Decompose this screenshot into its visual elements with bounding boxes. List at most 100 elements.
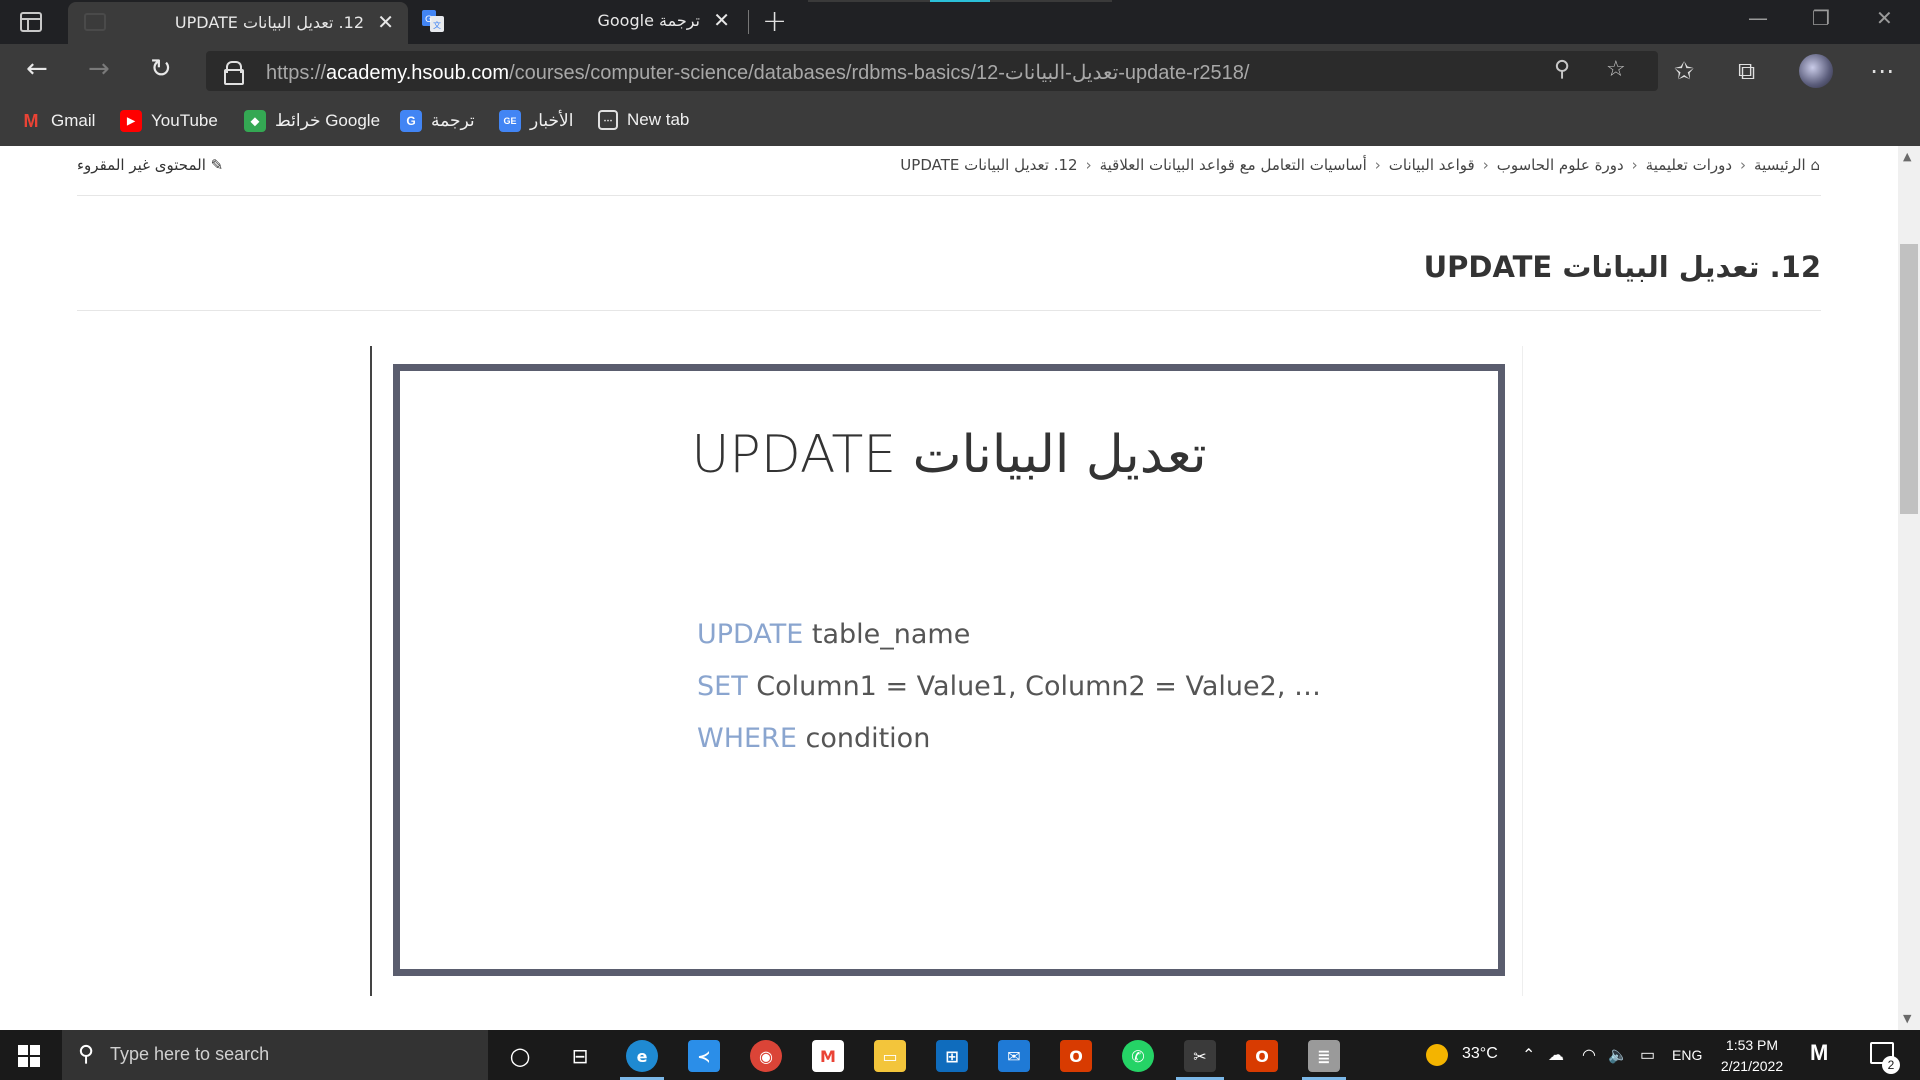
close-tab-icon[interactable]: ✕ [713,8,730,32]
unread-label: المحتوى غير المقروء [77,156,206,174]
battery-icon[interactable]: ▭ [1640,1045,1655,1065]
google-translate-icon: G 文 [422,10,444,32]
mail-icon[interactable]: ✉ [998,1040,1030,1072]
gmail-app-icon[interactable]: M [812,1040,844,1072]
search-placeholder: Type here to search [110,1044,270,1064]
article-border [1522,346,1523,996]
sql-keyword: UPDATE [697,619,804,650]
new-tab-icon[interactable]: + [762,4,787,39]
show-hidden-icons[interactable]: ⌃ [1522,1045,1535,1065]
tab-separator [748,10,749,34]
tab-actions-icon[interactable] [20,12,42,32]
windows-start-icon[interactable] [18,1045,40,1067]
back-icon[interactable]: ← [26,56,48,82]
minimize-icon[interactable]: — [1748,6,1768,30]
breadcrumb-home[interactable]: الرئيسية [1754,156,1806,174]
office-icon[interactable]: O [1060,1040,1092,1072]
svg-text:G: G [425,15,432,25]
breadcrumb: ⌂ الرئيسية‹دورات تعليمية‹دورة علوم الحاس… [900,156,1820,174]
reload-icon[interactable]: ↻ [150,56,172,82]
url-path: /courses/computer-science/databases/rdbm… [509,62,1250,84]
close-tab-icon[interactable]: ✕ [377,10,394,34]
scrollbar-thumb[interactable] [1900,244,1918,514]
article-border [370,346,372,996]
url-scheme: https:// [266,62,327,84]
slide-title: تعديل البيانات UPDATE [691,425,1207,485]
language-indicator[interactable]: ENG [1672,1047,1702,1063]
add-favorite-icon[interactable]: ☆ [1606,57,1626,82]
notification-count: 2 [1882,1056,1900,1074]
bookmark-youtube[interactable]: ▶ YouTube [120,110,218,132]
clock[interactable]: 1:53 PM 2/21/2022 [1712,1035,1792,1077]
tab-active[interactable]: 12. تعديل البيانات UPDATE ✕ [68,2,408,44]
file-explorer-icon[interactable]: ▭ [874,1040,906,1072]
code-line: WHERE condition [697,723,1321,775]
bookmark-label: New tab [627,110,690,129]
scroll-up-icon[interactable]: ▲ [1903,150,1911,163]
sql-text: condition [796,723,931,754]
task-view-icon[interactable]: ⊟ [564,1040,596,1072]
breadcrumb-courses[interactable]: دورات تعليمية [1646,156,1732,174]
zoom-icon[interactable]: ⚲ [1554,57,1570,82]
close-window-icon[interactable]: ✕ [1876,6,1893,30]
sql-text: table_name [803,619,971,650]
home-icon: ⌂ [1805,156,1820,174]
restore-icon[interactable]: ❐ [1812,6,1830,30]
url-host: academy.hsoub.com [326,62,510,84]
url-text[interactable]: https://academy.hsoub.com/courses/comput… [266,60,1249,85]
chrome-icon[interactable]: ◉ [750,1040,782,1072]
sql-keyword: WHERE [697,723,797,754]
clock-date: 2/21/2022 [1720,1058,1784,1074]
youtube-icon: ▶ [120,110,142,132]
wifi-icon[interactable]: ◠ [1582,1045,1596,1065]
forward-icon[interactable]: → [88,56,110,82]
favorites-icon[interactable]: ✩ [1674,57,1694,85]
breadcrumb-cs-course[interactable]: دورة علوم الحاسوب [1497,156,1624,174]
temperature[interactable]: 33°C [1462,1045,1498,1063]
breadcrumb-rdbms-basics[interactable]: أساسيات التعامل مع قواعد البيانات العلاق… [1100,156,1367,174]
tab-strip: 12. تعديل البيانات UPDATE ✕ G 文 ترجمة Go… [0,0,1920,44]
address-bar[interactable]: https://academy.hsoub.com/courses/comput… [206,51,1658,91]
more-icon[interactable]: ⋯ [1870,57,1894,85]
tab-title: ترجمة Google [597,11,700,30]
cortana-icon[interactable]: ○ [504,1040,536,1072]
edge-icon[interactable]: e [626,1040,658,1072]
tab-strip-highlight [930,0,990,2]
bookmark-new-tab[interactable]: ⋯ New tab [598,110,689,130]
collections-icon[interactable]: ⧉ [1738,57,1755,85]
snipping-tool-icon[interactable]: ✂ [1184,1040,1216,1072]
slide-top-accent [783,364,1123,371]
page-favicon-icon [84,13,106,31]
whatsapp-icon[interactable]: ✆ [1122,1040,1154,1072]
sql-keyword: SET [697,671,748,702]
divider [77,195,1821,196]
store-icon[interactable]: ⊞ [936,1040,968,1072]
office-app-icon[interactable]: O [1246,1040,1278,1072]
pinned-app-icon[interactable]: M [1810,1040,1828,1066]
bookmark-gmail[interactable]: M Gmail [20,110,96,132]
scroll-down-icon[interactable]: ▼ [1903,1012,1911,1025]
vscode-icon[interactable]: ≺ [688,1040,720,1072]
gmail-icon: M [23,110,39,131]
weather-sun-icon[interactable] [1426,1044,1448,1066]
bookmark-google-maps[interactable]: ⬥ خرائط Google [244,110,380,132]
web-page: ⌂ الرئيسية‹دورات تعليمية‹دورة علوم الحاس… [0,146,1898,1030]
lock-icon[interactable] [224,61,244,85]
profile-avatar[interactable] [1799,54,1833,88]
database-icon[interactable]: ≣ [1308,1040,1340,1072]
bookmark-label: الأخبار [530,111,574,130]
unread-content-link[interactable]: ✎ المحتوى غير المقروء [77,156,223,174]
maps-icon: ⬥ [244,110,266,132]
tab-google-translate[interactable]: G 文 ترجمة Google ✕ [414,0,744,44]
bookmark-translate[interactable]: G ترجمة [400,110,475,132]
tab-title: 12. تعديل البيانات UPDATE [174,13,364,32]
onedrive-icon[interactable]: ☁ [1548,1045,1564,1065]
bookmark-news[interactable]: GE الأخبار [499,110,573,132]
breadcrumb-databases[interactable]: قواعد البيانات [1389,156,1475,174]
magic-wand-icon: ✎ [205,156,224,174]
lesson-slide: تعديل البيانات UPDATE UPDATE table_name … [393,364,1505,976]
volume-icon[interactable]: 🔈 [1608,1045,1628,1065]
breadcrumb-current: 12. تعديل البيانات UPDATE [900,156,1078,174]
sql-syntax-block: UPDATE table_name SET Column1 = Value1, … [697,619,1321,775]
taskbar-search[interactable]: ⚲ Type here to search [62,1030,488,1080]
